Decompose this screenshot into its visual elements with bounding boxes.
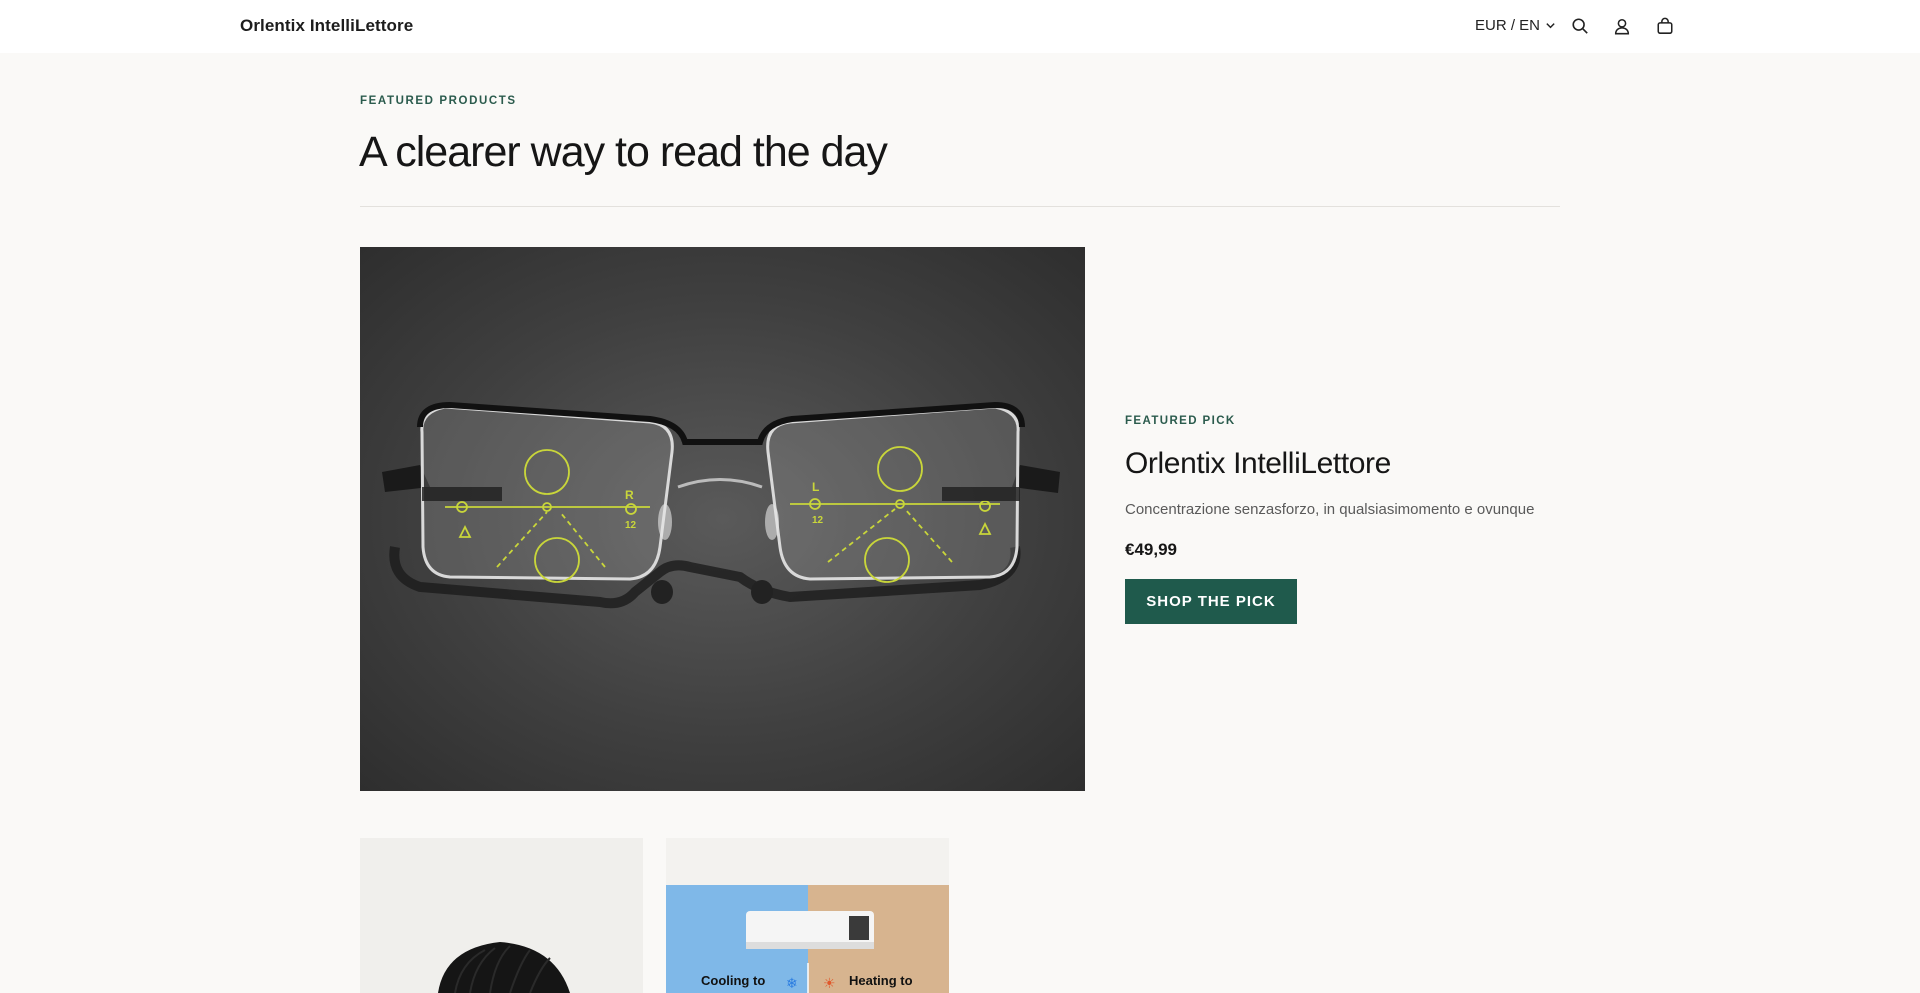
locale-label: EUR / EN	[1475, 17, 1541, 34]
featured-product-description: Concentrazione senzasforzo, in qualsiasi…	[1125, 501, 1535, 518]
section-headline: A clearer way to read the day	[359, 128, 888, 176]
lens-mark-r: R	[625, 488, 634, 502]
sun-icon: ☀	[823, 975, 836, 991]
chevron-down-icon	[1546, 23, 1555, 29]
glasses-illustration: R 12 L 12	[382, 401, 1060, 609]
featured-product-image[interactable]: R 12 L 12	[360, 247, 1085, 791]
shop-the-pick-button[interactable]: SHOP THE PICK	[1125, 579, 1297, 624]
air-conditioner-image: Cooling to Heating to ❄ ☀	[666, 885, 949, 993]
product-card[interactable]	[360, 838, 643, 993]
site-header: Orlentix IntelliLettore EUR / EN	[0, 0, 1920, 53]
heating-caption: Heating to	[849, 973, 913, 988]
product-card[interactable]: Cooling to Heating to ❄ ☀	[666, 838, 949, 993]
beanie-image	[438, 942, 570, 993]
lens-mark-l: L	[812, 480, 819, 494]
brand-logo[interactable]: Orlentix IntelliLettore	[240, 16, 413, 36]
lens-mark-l-number: 12	[812, 515, 824, 526]
snowflake-icon: ❄	[786, 975, 798, 991]
cart-icon[interactable]	[1654, 15, 1676, 37]
cooling-caption: Cooling to	[701, 973, 765, 988]
section-divider	[360, 206, 1560, 207]
featured-product-title[interactable]: Orlentix IntelliLettore	[1125, 447, 1391, 481]
account-icon[interactable]	[1611, 15, 1633, 37]
section-eyebrow: FEATURED PRODUCTS	[360, 95, 517, 107]
featured-product-price: €49,99	[1125, 540, 1177, 559]
search-icon[interactable]	[1569, 15, 1591, 37]
featured-pick-eyebrow: FEATURED PICK	[1125, 415, 1236, 427]
locale-selector[interactable]: EUR / EN	[1475, 17, 1556, 34]
lens-mark-r-number: 12	[625, 520, 637, 531]
